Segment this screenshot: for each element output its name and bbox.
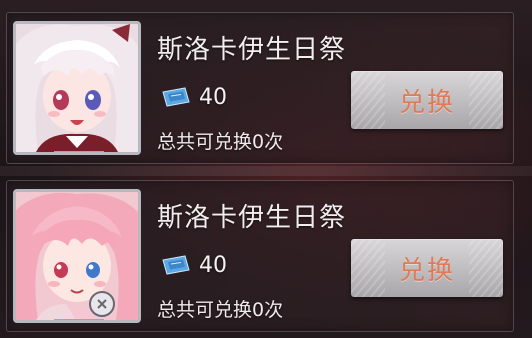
character-portrait bbox=[13, 21, 141, 155]
redeem-button[interactable]: 兑换 bbox=[351, 71, 503, 129]
redeem-limit-text: 总共可兑换0次 bbox=[157, 131, 284, 153]
redeem-limit-text: 总共可兑换0次 bbox=[157, 299, 284, 321]
shop-item-card: 斯洛卡伊生日祭 40 总共可兑换0次 兑换 bbox=[6, 12, 514, 164]
background-divider bbox=[0, 166, 532, 176]
item-title: 斯洛卡伊生日祭 bbox=[157, 35, 347, 65]
ticket-icon bbox=[162, 255, 190, 275]
cost-row: 40 bbox=[161, 83, 227, 111]
redeem-button[interactable]: 兑换 bbox=[351, 239, 503, 297]
cost-row: 40 bbox=[161, 251, 227, 279]
portrait-frame-accent bbox=[54, 151, 104, 152]
item-cost: 40 bbox=[199, 84, 227, 110]
shop-item-card: 斯洛卡伊生日祭 40 总共可兑换0次 兑换 bbox=[6, 180, 514, 332]
redeem-button-label: 兑换 bbox=[398, 255, 455, 286]
redeem-button-label: 兑换 bbox=[398, 87, 455, 118]
item-cost: 40 bbox=[199, 252, 227, 278]
character-portrait bbox=[13, 189, 141, 323]
item-title: 斯洛卡伊生日祭 bbox=[157, 203, 347, 233]
ticket-icon bbox=[162, 87, 190, 107]
portrait-frame-accent bbox=[54, 319, 104, 320]
